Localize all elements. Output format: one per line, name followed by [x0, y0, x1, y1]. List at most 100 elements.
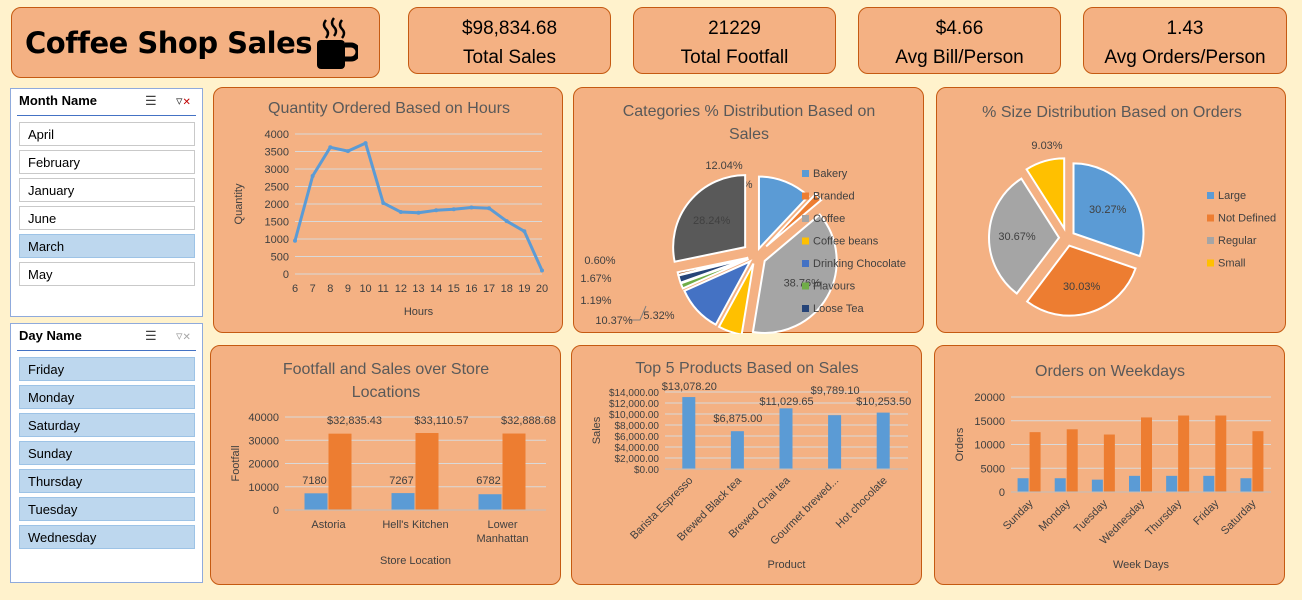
- legend-label: Bakery: [813, 168, 848, 180]
- y-tick-label: 500: [271, 252, 289, 264]
- legend-swatch: [802, 215, 809, 222]
- slicer-item-friday[interactable]: Friday: [19, 357, 195, 381]
- month-slicer: Month Name ☰ ▿✕ April February January June…: [10, 88, 203, 317]
- bar: [682, 397, 696, 469]
- bar: [415, 433, 439, 510]
- kpi-value: $4.66: [935, 18, 984, 39]
- bar: [730, 431, 744, 469]
- y-tick-label: 1500: [265, 217, 289, 229]
- y-tick-label: 30000: [248, 435, 279, 447]
- categories-chart-card: Categories % Distribution Based on Sales 1…: [573, 87, 924, 336]
- x-tick-label: Monday: [1037, 497, 1074, 534]
- bar: [1017, 478, 1029, 492]
- x-tick-label: Hell's Kitchen: [382, 519, 448, 531]
- hours-line-chart: Quantity Ordered Based on Hours 0 500 1000 1…: [233, 100, 548, 318]
- bar: [876, 412, 890, 469]
- y-tick-label: $10,000.00: [609, 410, 659, 421]
- legend-swatch: [1207, 192, 1214, 199]
- x-tick-label: 7: [310, 283, 316, 295]
- bar: [1066, 429, 1078, 492]
- y-axis-label: Sales: [591, 416, 603, 444]
- bar: [1029, 432, 1041, 492]
- slicer-item-thursday[interactable]: Thursday: [19, 469, 195, 493]
- y-tick-label: 0: [273, 505, 279, 517]
- x-tick-label: 19: [518, 283, 530, 295]
- data-point: [416, 210, 421, 215]
- slicer-item-march[interactable]: March: [19, 234, 195, 258]
- y-tick-label: 2500: [265, 182, 289, 194]
- data-point: [540, 268, 544, 273]
- x-tick-label: Sunday: [1001, 497, 1036, 532]
- bar: [1129, 475, 1140, 492]
- slice-label: 10.37%: [595, 315, 633, 327]
- slicer-item-tuesday[interactable]: Tuesday: [19, 497, 195, 521]
- y-tick-label: 0: [283, 269, 289, 281]
- slicer-item-monday[interactable]: Monday: [19, 385, 195, 409]
- kpi-label: Total Footfall: [680, 47, 789, 68]
- slicer-item-february[interactable]: February: [19, 150, 195, 174]
- kpi-avg-orders: 1.43 Avg Orders/Person: [1083, 7, 1287, 74]
- multi-select-icon[interactable]: ☰: [145, 93, 157, 109]
- x-axis-label: Product: [768, 559, 806, 571]
- x-tick-label: 13: [412, 283, 424, 295]
- slicer-item-saturday[interactable]: Saturday: [19, 413, 195, 437]
- x-tick-label: 20: [536, 283, 548, 295]
- y-tick-label: $4,000.00: [615, 443, 660, 454]
- slicer-item-april[interactable]: April: [19, 122, 195, 146]
- slice-label: 30.67%: [998, 231, 1036, 243]
- data-point: [504, 219, 509, 224]
- y-tick-label: 2000: [265, 199, 289, 211]
- kpi-label: Total Sales: [463, 47, 556, 68]
- data-label: $9,789.10: [811, 385, 860, 397]
- x-tick-label: 6: [292, 283, 298, 295]
- kpi-value: 1.43: [1166, 18, 1204, 39]
- slicer-item-wednesday[interactable]: Wednesday: [19, 525, 195, 549]
- slice-label: 9.03%: [1031, 140, 1062, 152]
- x-tick-label: 10: [359, 283, 371, 295]
- legend-label: Flavours: [813, 281, 856, 293]
- y-tick-label: 4000: [265, 129, 289, 141]
- y-tick-label: 1000: [265, 234, 289, 246]
- slice-label: 0.60%: [584, 255, 615, 267]
- chart-title: Orders on Weekdays: [1035, 363, 1185, 380]
- data-point: [328, 145, 333, 150]
- bar: [1091, 479, 1103, 492]
- day-slicer: Day Name ☰ ▿✕ Friday Monday Saturday Sunday…: [10, 323, 203, 583]
- slicer-item-may[interactable]: May: [19, 262, 195, 286]
- page-title: Coffee Shop Sales: [25, 26, 313, 60]
- data-point: [381, 200, 386, 205]
- y-tick-label: 20000: [248, 459, 279, 471]
- bar: [1252, 431, 1264, 492]
- multi-select-icon[interactable]: ☰: [145, 328, 157, 344]
- chart-title: Footfall and Sales over Store: [283, 361, 489, 378]
- slicer-item-june[interactable]: June: [19, 206, 195, 230]
- categories-pie-chart: Categories % Distribution Based on Sales 1…: [580, 103, 906, 336]
- data-label: $11,029.65: [759, 396, 813, 408]
- y-tick-label: 10000: [248, 482, 279, 494]
- clear-filter-icon[interactable]: ▿✕: [176, 93, 191, 109]
- x-tick-label: 11: [378, 283, 389, 295]
- bar: [391, 493, 415, 510]
- hours-chart-card: Quantity Ordered Based on Hours 0 500 1000 1…: [213, 87, 563, 333]
- x-tick-label: Lower Manhattan: [477, 519, 529, 545]
- bar: [304, 493, 328, 510]
- sizes-pie-chart: % Size Distribution Based on Orders 30.27…: [982, 104, 1276, 317]
- slicer-divider: [17, 350, 196, 351]
- bar: [828, 415, 842, 469]
- chart-title: Sales: [729, 126, 769, 143]
- slicer-item-sunday[interactable]: Sunday: [19, 441, 195, 465]
- chart-title: % Size Distribution Based on Orders: [982, 104, 1242, 121]
- chart-title: Quantity Ordered Based on Hours: [268, 100, 510, 117]
- bar: [328, 433, 352, 510]
- y-tick-label: 10000: [974, 440, 1005, 452]
- kpi-value: $98,834.68: [461, 18, 558, 39]
- y-tick-label: $6,000.00: [615, 432, 660, 443]
- slicer-item-january[interactable]: January: [19, 178, 195, 202]
- legend-swatch: [802, 237, 809, 245]
- y-tick-label: 15000: [974, 416, 1005, 428]
- bar: [1215, 415, 1227, 492]
- x-axis-label: Store Location: [380, 555, 451, 567]
- x-tick-label: 18: [501, 283, 513, 295]
- legend-swatch: [1207, 259, 1214, 267]
- data-label: $13,078.20: [662, 381, 717, 393]
